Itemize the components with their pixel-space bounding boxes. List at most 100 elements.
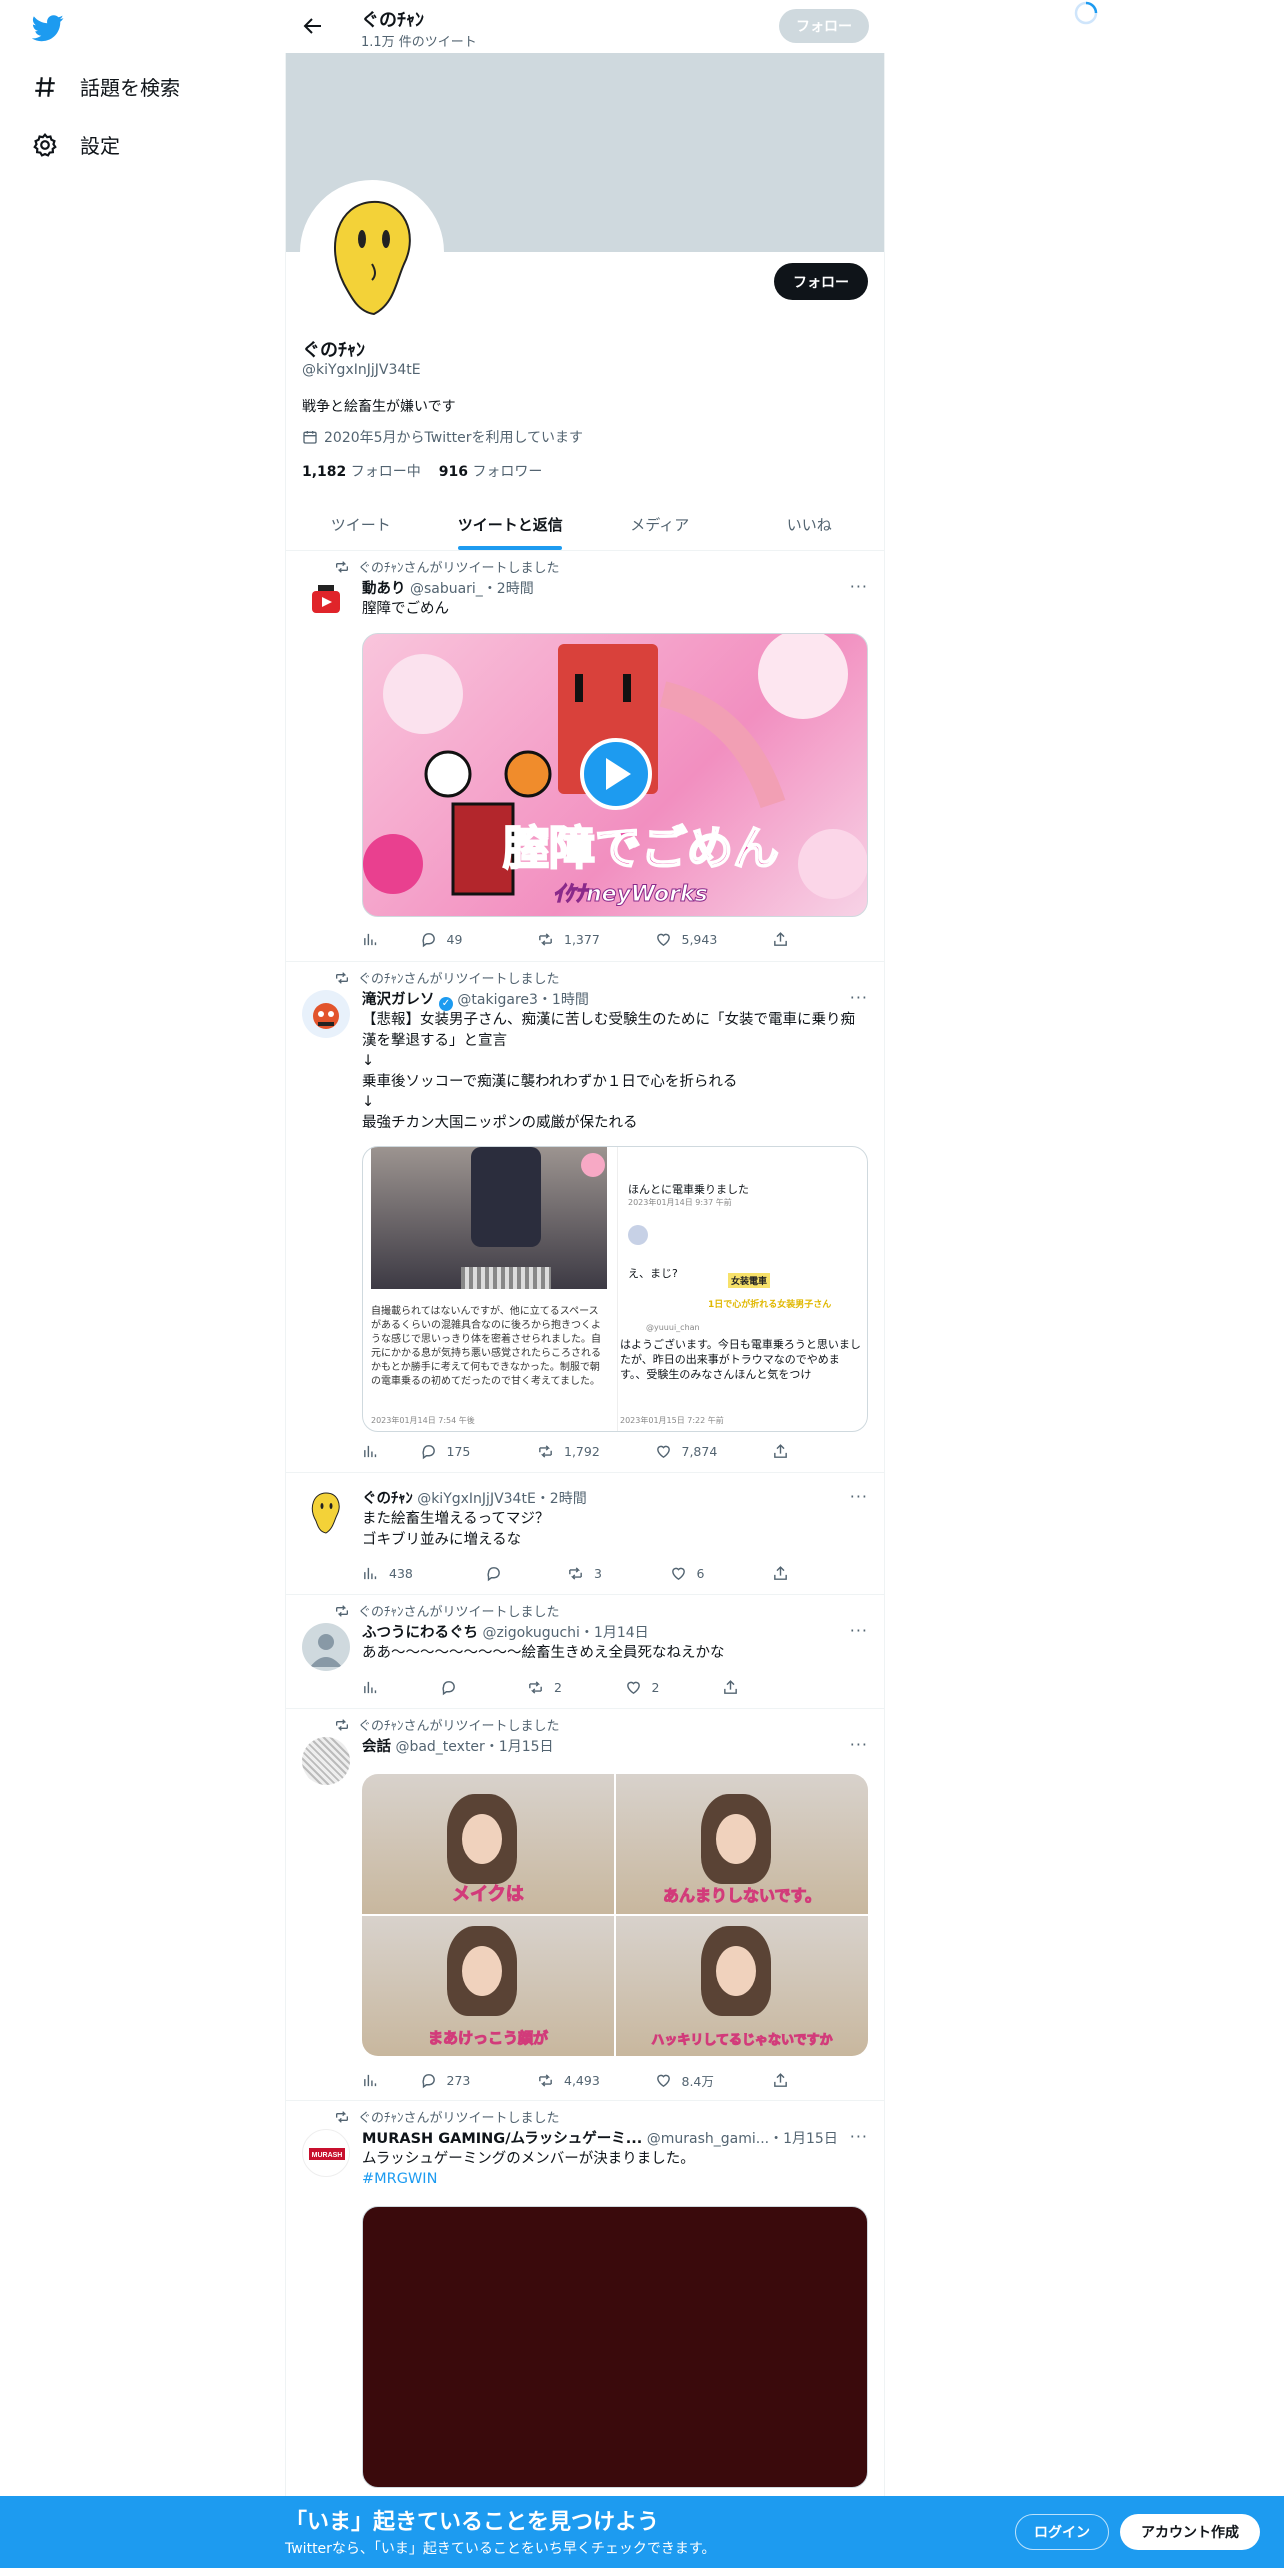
retweet-icon bbox=[537, 2072, 554, 2089]
tweet-3[interactable]: ぐのﾁｬﾝ @kiYgxInJjJV34tE・2時間 ··· また絵畜生増えるっ… bbox=[286, 1473, 884, 1595]
share-icon bbox=[772, 1565, 789, 1582]
avatar[interactable]: MURASH bbox=[302, 2129, 350, 2177]
reply-button[interactable]: 273 bbox=[420, 2071, 520, 2090]
reply-icon bbox=[420, 1443, 437, 1460]
more-icon[interactable]: ··· bbox=[850, 1621, 868, 1640]
share-button[interactable] bbox=[772, 2071, 792, 2090]
tweet-header: ふつうにわるぐち @zigokuguchi・1月14日 bbox=[362, 1625, 649, 1641]
tab-likes[interactable]: いいね bbox=[735, 498, 885, 550]
views-button[interactable] bbox=[362, 931, 402, 948]
like-button[interactable]: 2 bbox=[625, 1679, 695, 1696]
retweet-indicator: ぐのﾁｬﾝさんがリツイートしました bbox=[334, 2107, 560, 2126]
avatar[interactable] bbox=[302, 1737, 350, 1785]
retweet-indicator: ぐのﾁｬﾝさんがリツイートしました bbox=[334, 1601, 560, 1620]
avatar[interactable] bbox=[302, 579, 350, 627]
nav-explore-label: 話題を検索 bbox=[80, 76, 180, 100]
image-1[interactable]: メイクは bbox=[362, 1774, 614, 1914]
tweet-images[interactable]: 自撮載られてはないんですが、他に立てるスペースがあるくらいの混雑具合なのに後ろか… bbox=[362, 1146, 868, 1432]
tab-tweets-and-replies[interactable]: ツイートと返信 bbox=[436, 498, 586, 550]
tweet-header: 会話 @bad_texter・1月15日 bbox=[362, 1739, 554, 1755]
twitter-logo-icon[interactable] bbox=[32, 12, 64, 44]
profile-name: ぐのﾁｬﾝ bbox=[302, 340, 365, 361]
reply-button[interactable]: 175 bbox=[420, 1443, 520, 1460]
login-prompt-bar: 「いま」起きていることを見つけよう Twitterなら、「いま」起きていることを… bbox=[0, 2496, 1284, 2568]
share-button[interactable] bbox=[772, 1565, 792, 1582]
following-link[interactable]: 1,182 フォロー中 bbox=[302, 461, 421, 481]
share-button[interactable] bbox=[772, 931, 792, 948]
tweet-text: ああ～～～～～～～～～絵畜生きめえ全員死なねえかな bbox=[362, 1645, 725, 1661]
reply-icon bbox=[440, 1679, 457, 1696]
avatar[interactable] bbox=[302, 990, 350, 1038]
profile-joined: 2020年5月からTwitterを利用しています bbox=[302, 427, 583, 447]
retweet-button[interactable]: 1,792 bbox=[537, 1443, 637, 1460]
image-screenshot[interactable]: ほんとに電車乗りました 2023年01月14日 9:37 午前 え、まじ? 女装… bbox=[617, 1147, 867, 1431]
views-icon bbox=[362, 1443, 379, 1460]
profile-stats: 1,182 フォロー中 916 フォロワー bbox=[302, 461, 542, 481]
views-button[interactable] bbox=[362, 2071, 402, 2090]
header-follow-button[interactable]: フォロー bbox=[779, 9, 869, 43]
tweet-6[interactable]: ぐのﾁｬﾝさんがリツイートしました MURASH MURASH GAMING/ム… bbox=[286, 2101, 884, 2500]
tweet-actions: 2 2 bbox=[362, 1679, 742, 1696]
views-button[interactable] bbox=[362, 1443, 402, 1460]
svg-text:MURASH: MURASH bbox=[312, 2152, 343, 2159]
retweet-button[interactable]: 2 bbox=[527, 1679, 597, 1696]
avatar[interactable] bbox=[302, 1487, 350, 1535]
tweet-5[interactable]: ぐのﾁｬﾝさんがリツイートしました 会話 @bad_texter・1月15日 ·… bbox=[286, 1709, 884, 2101]
like-button[interactable]: 7,874 bbox=[655, 1443, 755, 1460]
more-icon[interactable]: ··· bbox=[850, 1487, 868, 1506]
more-icon[interactable]: ··· bbox=[850, 577, 868, 596]
like-button[interactable]: 8.4万 bbox=[655, 2071, 755, 2090]
reply-icon bbox=[420, 931, 437, 948]
share-button[interactable] bbox=[772, 1443, 792, 1460]
like-button[interactable]: 5,943 bbox=[655, 931, 755, 948]
share-icon bbox=[772, 1443, 789, 1460]
tab-tweets[interactable]: ツイート bbox=[286, 498, 436, 550]
profile-handle: @kiYgxInJjJV34tE bbox=[302, 362, 421, 378]
reply-button[interactable] bbox=[440, 1679, 500, 1696]
views-icon bbox=[362, 1565, 379, 1582]
image-2[interactable]: あんまりしないです。 bbox=[616, 1774, 868, 1914]
follow-button[interactable]: フォロー bbox=[774, 263, 868, 300]
tweet-video[interactable]: 膣障でごめん ｲｹﾅneyWorks bbox=[362, 633, 868, 917]
tweet-4[interactable]: ぐのﾁｬﾝさんがリツイートしました ふつうにわるぐち @zigokuguchi・… bbox=[286, 1595, 884, 1709]
more-icon[interactable]: ··· bbox=[850, 2127, 868, 2146]
tweet-actions: 438 3 6 bbox=[362, 1565, 792, 1582]
retweet-button[interactable]: 4,493 bbox=[537, 2071, 637, 2090]
nav-explore[interactable]: 話題を検索 bbox=[32, 72, 180, 101]
retweet-icon bbox=[334, 2109, 350, 2125]
reply-button[interactable] bbox=[485, 1565, 545, 1582]
tab-media[interactable]: メディア bbox=[585, 498, 735, 550]
signup-button[interactable]: アカウント作成 bbox=[1120, 2514, 1260, 2550]
share-icon bbox=[772, 931, 789, 948]
retweet-button[interactable]: 3 bbox=[567, 1565, 647, 1582]
views-button[interactable] bbox=[362, 1679, 412, 1696]
more-icon[interactable]: ··· bbox=[850, 988, 868, 1007]
share-button[interactable] bbox=[722, 1679, 742, 1696]
tweet-2[interactable]: ぐのﾁｬﾝさんがリツイートしました 滝沢ガレソ ✓ @takigare3・1時間… bbox=[286, 962, 884, 1473]
back-arrow-icon[interactable] bbox=[301, 14, 325, 38]
login-button[interactable]: ログイン bbox=[1015, 2514, 1109, 2550]
views-button[interactable]: 438 bbox=[362, 1565, 462, 1582]
retweet-icon bbox=[527, 1679, 544, 1696]
more-icon[interactable]: ··· bbox=[850, 1735, 868, 1754]
tweet-actions: 175 1,792 7,874 bbox=[362, 1443, 792, 1460]
bottom-subtitle: Twitterなら、「いま」起きていることをいち早くチェックできます。 bbox=[285, 2541, 716, 2557]
like-button[interactable]: 6 bbox=[670, 1565, 750, 1582]
reply-button[interactable]: 49 bbox=[420, 931, 520, 948]
image-selfie[interactable] bbox=[371, 1147, 607, 1289]
profile-avatar[interactable] bbox=[300, 180, 444, 324]
profile-header: ぐのﾁｬﾝ 1.1万 件のツイート フォロー bbox=[285, 0, 885, 53]
image-3[interactable]: まあけっこう顔が bbox=[362, 1916, 614, 2056]
tweet-1[interactable]: ぐのﾁｬﾝさんがリツイートしました 動あり @sabuari_・2時間 ··· … bbox=[286, 551, 884, 962]
tweet-actions: 273 4,493 8.4万 bbox=[362, 2071, 792, 2090]
hashtag-link[interactable]: #MRGWIN bbox=[362, 2169, 868, 2190]
tweet-video[interactable] bbox=[362, 2206, 868, 2488]
nav-settings[interactable]: 設定 bbox=[32, 130, 120, 159]
avatar[interactable] bbox=[302, 1623, 350, 1671]
image-4[interactable]: ハッキリしてるじゃないですか bbox=[616, 1916, 868, 2056]
retweet-button[interactable]: 1,377 bbox=[537, 931, 637, 948]
reply-icon bbox=[420, 2072, 437, 2089]
retweet-indicator: ぐのﾁｬﾝさんがリツイートしました bbox=[334, 557, 560, 576]
profile-bio: 戦争と絵畜生が嫌いです bbox=[302, 399, 456, 415]
followers-link[interactable]: 916 フォロワー bbox=[439, 461, 543, 481]
